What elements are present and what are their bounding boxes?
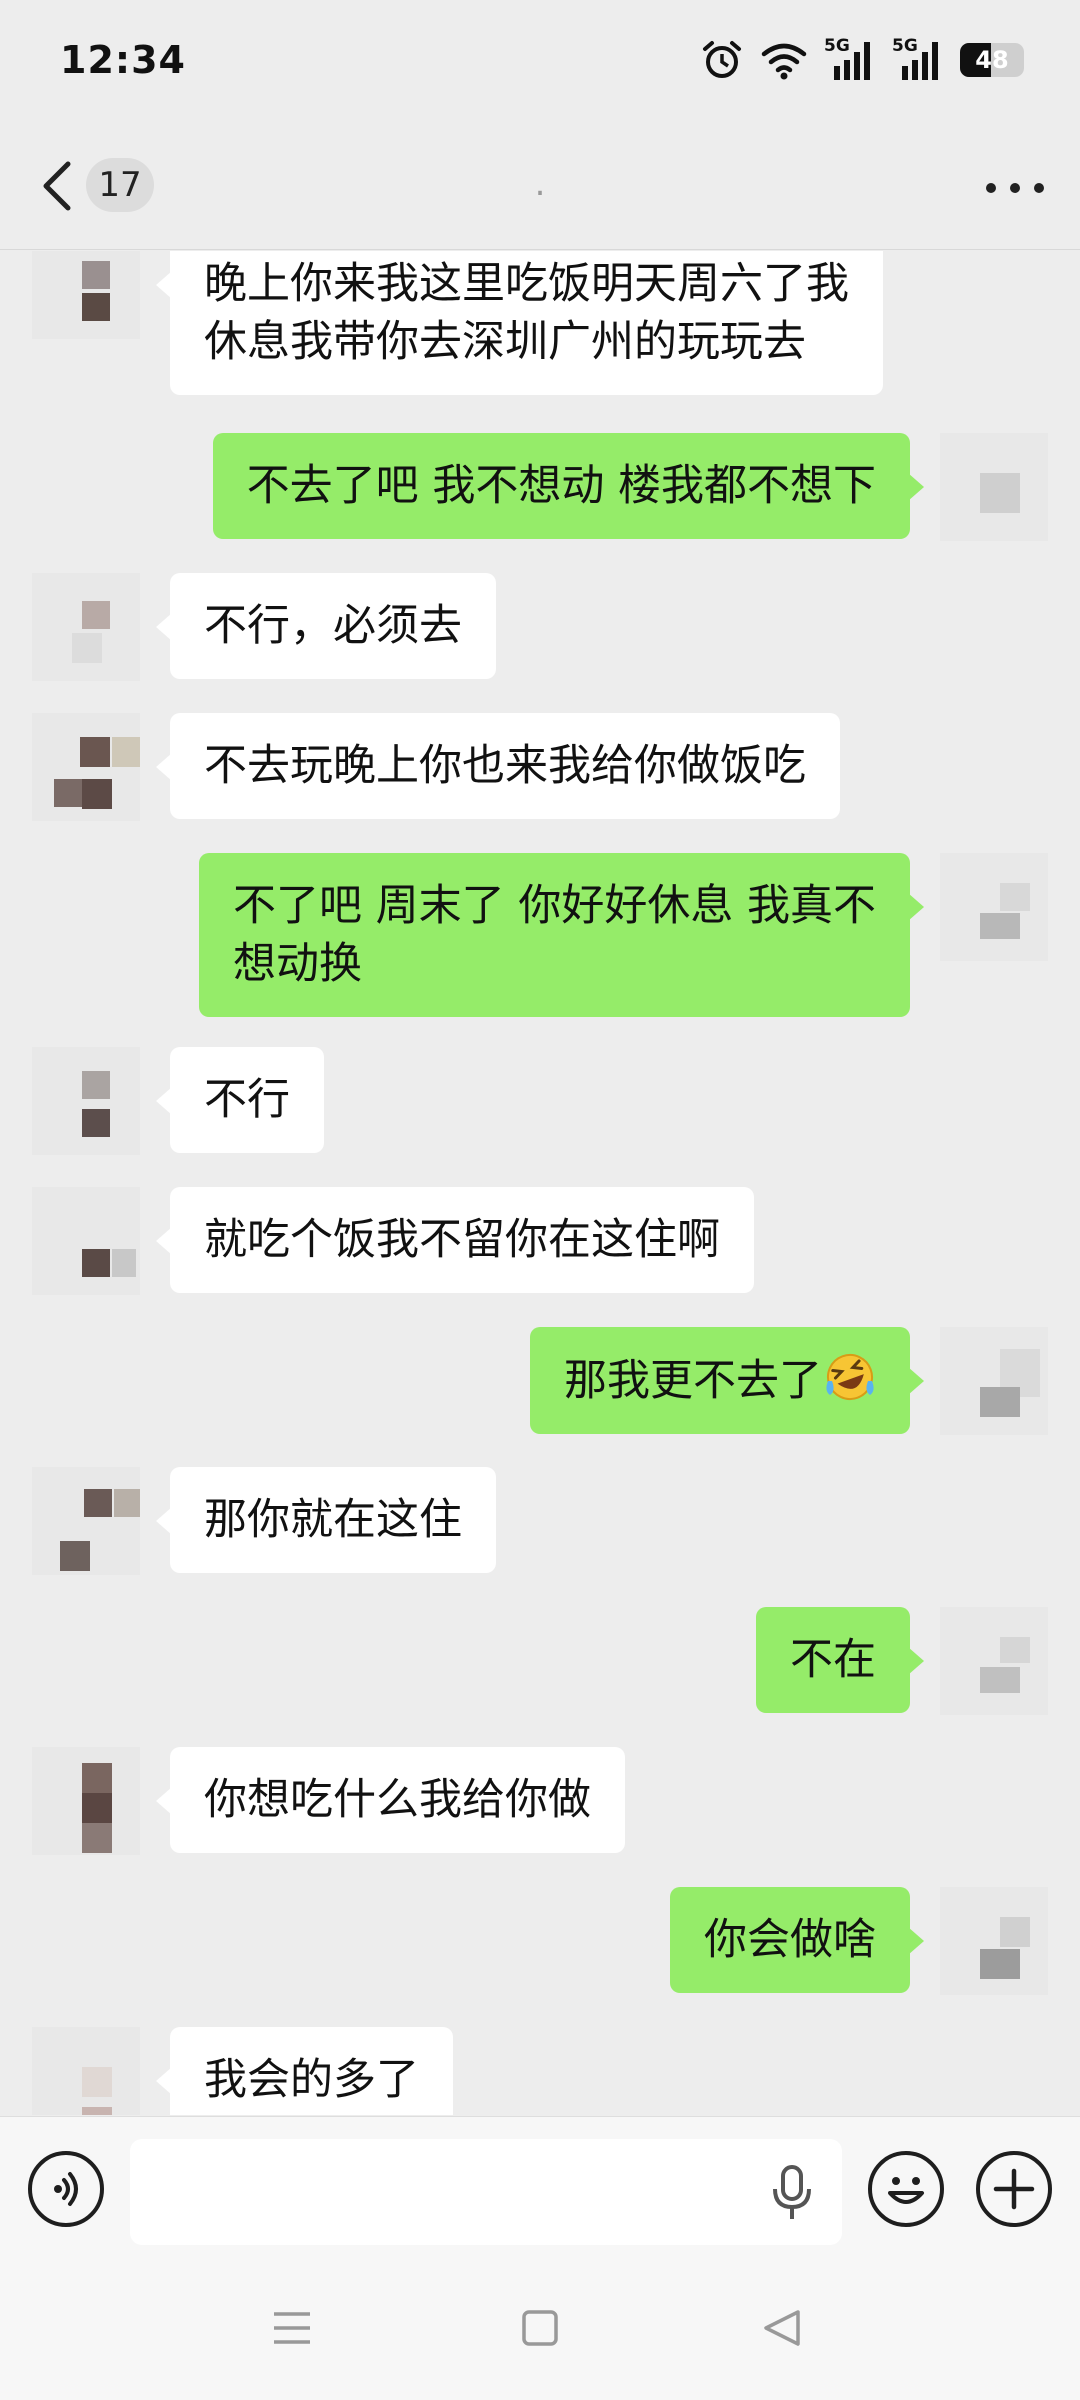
contact-avatar[interactable] bbox=[32, 1747, 140, 1855]
message-text: 想动换 bbox=[232, 939, 362, 989]
message-text: 你会做啥 bbox=[704, 1915, 876, 1965]
message-text: 不在 bbox=[790, 1635, 876, 1685]
message-bubble[interactable]: 就吃个饭我不留你在这住啊 bbox=[156, 1187, 754, 1293]
message-bubble[interactable]: 不行，必须去 bbox=[156, 573, 496, 679]
message-text: 就吃个饭我不留你在这住啊 bbox=[204, 1215, 720, 1265]
message-text: 晚上你来我这里吃饭明天周六了我 bbox=[204, 259, 849, 309]
back-triangle-icon[interactable] bbox=[762, 2308, 802, 2352]
message-bubble[interactable]: 晚上你来我这里吃饭明天周六了我 休息我带你去深圳广州的玩玩去 bbox=[156, 251, 883, 395]
contact-avatar[interactable] bbox=[32, 1187, 140, 1295]
home-square-icon[interactable] bbox=[520, 2308, 560, 2352]
voice-icon[interactable] bbox=[28, 2151, 104, 2227]
unread-count-badge[interactable]: 17 bbox=[86, 158, 154, 212]
message-text: 我会的多了 bbox=[204, 2055, 419, 2105]
message-text: 那我更不去了 bbox=[564, 1351, 876, 1410]
signal-icon-2: 5G bbox=[892, 36, 944, 82]
contact-avatar[interactable] bbox=[32, 1467, 140, 1575]
contact-avatar[interactable] bbox=[32, 2027, 140, 2115]
message-text: 休息我带你去深圳广州的玩玩去 bbox=[204, 317, 806, 367]
message-text: 不了吧 周末了 你好好休息 我真不 bbox=[232, 881, 876, 931]
back-chevron-icon[interactable] bbox=[38, 160, 78, 216]
message-bubble[interactable]: 不去了吧 我不想动 楼我都不想下 bbox=[212, 433, 925, 539]
message-bubble[interactable]: 我会的多了 bbox=[156, 2027, 453, 2115]
my-avatar[interactable] bbox=[940, 433, 1048, 541]
message-text: 不行 bbox=[204, 1075, 290, 1125]
message-bubble[interactable]: 不去玩晚上你也来我给你做饭吃 bbox=[156, 713, 840, 819]
battery-icon: 48 bbox=[960, 43, 1024, 77]
battery-level: 48 bbox=[975, 46, 1009, 74]
message-list[interactable]: 晚上你来我这里吃饭明天周六了我 休息我带你去深圳广州的玩玩去不去了吧 我不想动 楼… bbox=[0, 251, 1080, 2115]
plus-icon[interactable] bbox=[976, 2151, 1052, 2227]
my-avatar[interactable] bbox=[940, 1327, 1048, 1435]
status-bar: 12:34 5G 5G 48 bbox=[0, 0, 1080, 120]
status-icons: 5G 5G 48 bbox=[700, 36, 1024, 82]
message-text: 不行，必须去 bbox=[204, 601, 462, 651]
menu-icon[interactable] bbox=[272, 2308, 312, 2352]
system-navigation-bar bbox=[0, 2266, 1080, 2400]
contact-avatar[interactable] bbox=[32, 251, 140, 339]
alarm-icon bbox=[700, 38, 744, 82]
my-avatar[interactable] bbox=[940, 1607, 1048, 1715]
mic-icon[interactable] bbox=[770, 2165, 814, 2225]
contact-avatar[interactable] bbox=[32, 573, 140, 681]
more-dots-icon[interactable] bbox=[986, 170, 1044, 206]
message-bubble[interactable]: 那你就在这住 bbox=[156, 1467, 496, 1573]
message-text: 不去了吧 我不想动 楼我都不想下 bbox=[246, 461, 876, 511]
chat-header: 17 . bbox=[0, 120, 1080, 250]
contact-avatar[interactable] bbox=[32, 713, 140, 821]
message-bubble[interactable]: 不了吧 周末了 你好好休息 我真不 想动换 bbox=[198, 853, 925, 1017]
message-text: 你想吃什么我给你做 bbox=[204, 1775, 591, 1825]
my-avatar[interactable] bbox=[940, 1887, 1048, 1995]
message-bubble[interactable]: 不行 bbox=[156, 1047, 324, 1153]
message-text: 那你就在这住 bbox=[204, 1495, 462, 1545]
status-time: 12:34 bbox=[60, 38, 186, 82]
wifi-icon bbox=[760, 40, 808, 80]
message-input[interactable] bbox=[130, 2139, 842, 2245]
signal-icon: 5G bbox=[824, 36, 876, 82]
input-bar bbox=[0, 2116, 1080, 2266]
message-bubble[interactable]: 你会做啥 bbox=[670, 1887, 924, 1993]
message-bubble[interactable]: 你想吃什么我给你做 bbox=[156, 1747, 625, 1853]
message-bubble[interactable]: 那我更不去了 bbox=[530, 1327, 924, 1434]
message-text: 不去玩晚上你也来我给你做饭吃 bbox=[204, 741, 806, 791]
chat-title: . bbox=[534, 164, 546, 204]
my-avatar[interactable] bbox=[940, 853, 1048, 961]
contact-avatar[interactable] bbox=[32, 1047, 140, 1155]
emoji-icon[interactable] bbox=[868, 2151, 944, 2227]
laughing-crying-emoji-icon bbox=[826, 1354, 874, 1400]
message-bubble[interactable]: 不在 bbox=[756, 1607, 924, 1713]
